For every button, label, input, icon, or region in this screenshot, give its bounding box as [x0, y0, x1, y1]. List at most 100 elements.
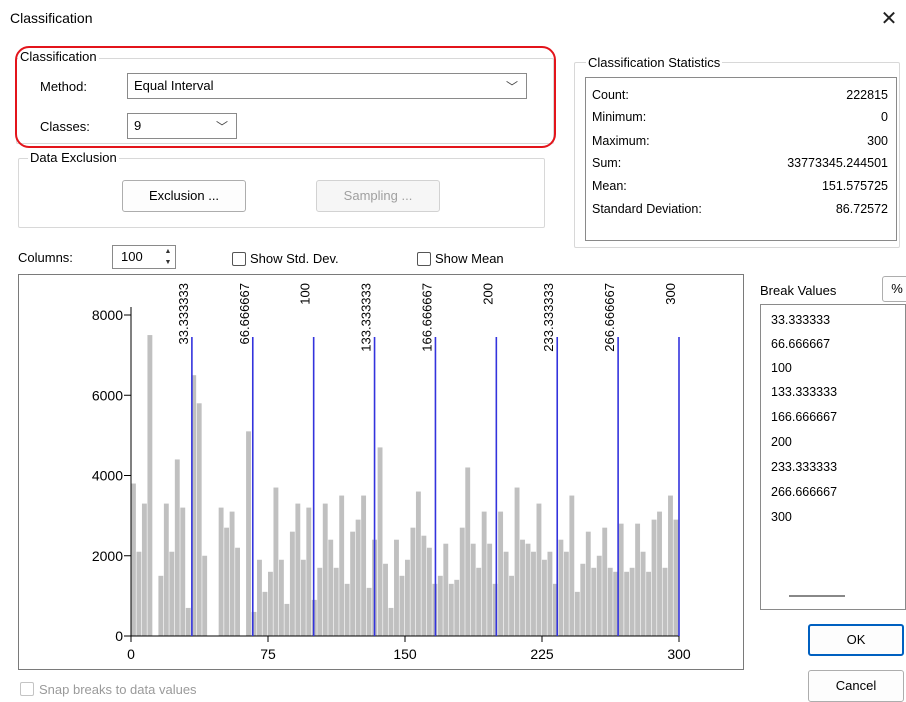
histogram-bar [257, 559, 262, 636]
histogram-bar [262, 591, 268, 636]
histogram-bar [147, 335, 153, 636]
histogram-bar [470, 543, 476, 636]
histogram-bar [169, 551, 175, 636]
histogram-bar [405, 559, 410, 636]
histogram-bar [229, 511, 235, 636]
histogram-bar [635, 523, 641, 636]
histogram-bar [437, 575, 443, 636]
close-icon[interactable]: ✕ [876, 6, 902, 32]
percent-toggle-button[interactable]: % [882, 276, 906, 302]
columns-spinner[interactable]: 100 ▲ ▼ [112, 245, 176, 269]
histogram-bar [646, 571, 651, 636]
break-value-item[interactable]: 166.666667 [771, 410, 837, 424]
histogram-bar [317, 567, 323, 636]
snap-breaks-checkbox[interactable] [20, 682, 34, 696]
histogram-bar [141, 503, 147, 636]
histogram-bar [487, 543, 493, 636]
histogram-bar [131, 483, 136, 636]
statistics-legend: Classification Statistics [586, 55, 723, 70]
histogram-bar [355, 519, 361, 636]
x-tick-label: 0 [127, 646, 135, 662]
histogram-bar [426, 547, 432, 636]
histogram-bar [278, 559, 284, 636]
stat-row: Minimum: 0 [592, 110, 888, 124]
histogram-bar [246, 431, 251, 636]
break-value-item[interactable]: 133.333333 [771, 385, 837, 399]
columns-value: 100 [121, 249, 143, 264]
histogram-bar [383, 563, 388, 636]
cancel-button[interactable]: Cancel [808, 670, 904, 702]
histogram-bar [306, 507, 312, 636]
histogram-bar [531, 551, 536, 636]
histogram-bar [284, 603, 290, 636]
break-line-label: 66.666667 [237, 283, 252, 344]
histogram-bar [607, 567, 613, 636]
histogram-bar [328, 539, 334, 636]
histogram-bar [498, 511, 504, 636]
break-line-label: 100 [298, 283, 313, 305]
histogram-bar [394, 539, 399, 636]
histogram-bar [344, 583, 350, 636]
histogram-bar [596, 555, 602, 636]
show-std-dev-checkbox[interactable] [232, 252, 246, 266]
break-line-label: 233.333333 [541, 283, 556, 352]
statistics-box: Count: 222815 Minimum: 0 Maximum: 300 Sum: 3… [585, 77, 897, 241]
break-value-item[interactable]: 33.333333 [771, 313, 830, 327]
histogram-bar [651, 519, 657, 636]
break-value-item[interactable]: 266.666667 [771, 485, 837, 499]
histogram-bar [585, 531, 591, 636]
histogram-bar [339, 495, 345, 636]
histogram-bar [525, 543, 531, 636]
y-tick-label: 8000 [92, 307, 123, 323]
histogram-bar [640, 551, 646, 636]
histogram-bar [235, 547, 240, 636]
histogram-bar [366, 587, 372, 636]
break-line-label: 266.666667 [602, 283, 617, 352]
histogram-bar [295, 503, 301, 636]
break-line-label: 33.333333 [176, 283, 191, 344]
histogram-bar [668, 495, 673, 636]
horizontal-scrollbar-thumb[interactable] [789, 595, 845, 597]
stat-row: Standard Deviation: 86.72572 [592, 202, 888, 216]
break-value-item[interactable]: 66.666667 [771, 337, 830, 351]
break-values-list[interactable]: 33.333333 66.666667 100 133.333333 166.6… [760, 304, 906, 610]
red-highlight-annotation [15, 46, 556, 148]
histogram-bar [399, 575, 405, 636]
histogram-bar [481, 511, 487, 636]
histogram-bar [520, 539, 525, 636]
stat-row: Count: 222815 [592, 88, 888, 102]
histogram-bar [174, 459, 180, 636]
histogram-bar [563, 551, 569, 636]
y-tick-label: 6000 [92, 387, 123, 403]
histogram-bar [542, 559, 547, 636]
histogram-bar [388, 607, 394, 636]
sampling-button[interactable]: Sampling ... [316, 180, 440, 212]
histogram-bar [618, 523, 624, 636]
histogram-bar [574, 591, 580, 636]
exclusion-button[interactable]: Exclusion ... [122, 180, 246, 212]
break-value-item[interactable]: 300 [771, 510, 792, 524]
histogram-bar [536, 503, 542, 636]
histogram-bar [415, 491, 421, 636]
histogram-bar [629, 567, 635, 636]
histogram-bar [673, 519, 679, 636]
histogram-panel[interactable]: 0 2000 4000 6000 8000 0 75 150 225 300 33.333333 66… [18, 274, 744, 670]
break-value-item[interactable]: 200 [771, 435, 792, 449]
histogram-bar [443, 543, 449, 636]
break-value-item[interactable]: 100 [771, 361, 792, 375]
histogram-bar [509, 575, 514, 636]
histogram-chart: 0 2000 4000 6000 8000 0 75 150 225 300 33.333333 66… [92, 283, 691, 662]
histogram-bar [591, 567, 597, 636]
ok-button[interactable]: OK [808, 624, 904, 656]
break-line-label: 166.666667 [419, 283, 434, 352]
histogram-bar [289, 531, 295, 636]
histogram-bar [180, 507, 186, 636]
show-mean-checkbox[interactable] [417, 252, 431, 266]
histogram-bar [410, 527, 416, 636]
histogram-bar [350, 531, 356, 636]
stat-row: Sum: 33773345.244501 [592, 156, 888, 170]
y-tick-label: 4000 [92, 468, 123, 484]
histogram-bar [662, 567, 668, 636]
spin-down-icon[interactable]: ▼ [161, 257, 175, 269]
break-value-item[interactable]: 233.333333 [771, 460, 837, 474]
